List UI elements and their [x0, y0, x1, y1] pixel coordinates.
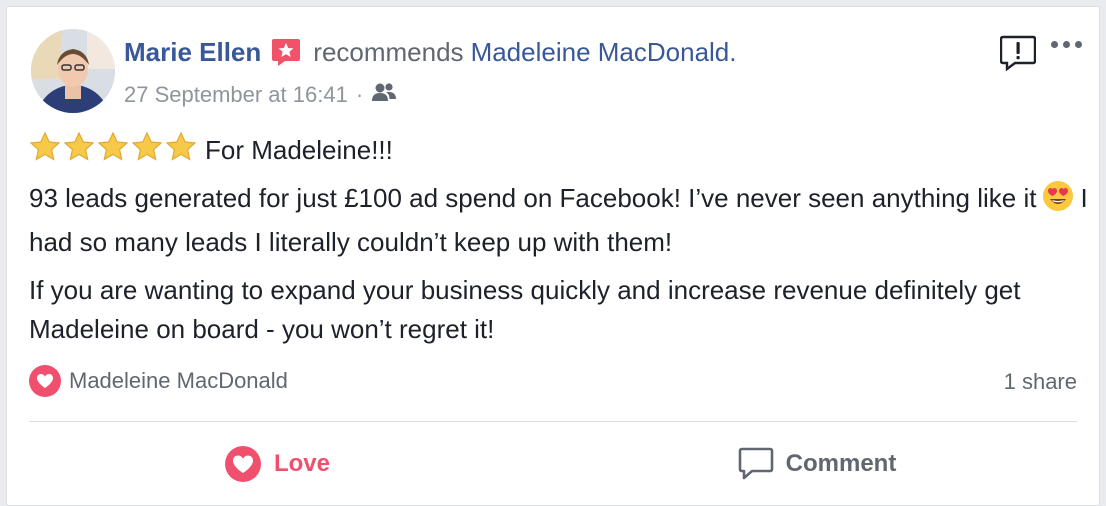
author-name[interactable]: Marie Ellen [124, 37, 261, 68]
avatar[interactable] [31, 29, 115, 113]
star-icon [131, 131, 163, 161]
star-icon [165, 131, 197, 161]
more-icon[interactable] [1051, 41, 1082, 48]
post-text-2a: 93 leads generated for just £100 ad spen… [29, 183, 1037, 213]
star-icon [97, 131, 129, 161]
comment-button[interactable]: Comment [707, 439, 927, 489]
comment-icon [738, 447, 773, 480]
star-icon [63, 131, 95, 161]
report-icon[interactable] [999, 35, 1037, 72]
heart-icon [29, 365, 61, 397]
heart-icon [224, 446, 261, 482]
comment-button-label: Comment [785, 450, 897, 477]
post-header: Marie Ellen recommends Madeleine MacDona… [124, 37, 737, 68]
divider [29, 421, 1077, 422]
rating-stars [29, 131, 197, 163]
recommendation-star-icon [271, 37, 301, 67]
post-card: Marie Ellen recommends Madeleine MacDona… [6, 6, 1100, 506]
love-button-label: Love [273, 450, 330, 477]
post-paragraph-2: 93 leads generated for just £100 ad spen… [29, 179, 1089, 262]
recommended-page-link[interactable]: Madeleine MacDonald. [471, 37, 737, 68]
reactor-name[interactable]: Madeleine MacDonald [69, 368, 288, 394]
star-icon [29, 131, 61, 161]
friends-icon[interactable] [371, 82, 397, 108]
action-verb: recommends [313, 37, 464, 67]
heart-eyes-emoji-icon [1042, 180, 1074, 223]
post-meta: 27 September at 16:41 · [124, 82, 397, 108]
reactions-summary[interactable]: Madeleine MacDonald [29, 365, 288, 397]
post-paragraph-1: For Madeleine!!! [29, 131, 1089, 170]
love-button[interactable]: Love [207, 439, 347, 489]
timestamp[interactable]: 27 September at 16:41 [124, 82, 348, 108]
post-text-1: For Madeleine!!! [205, 135, 393, 165]
share-count[interactable]: 1 share [1004, 369, 1077, 395]
post-body: For Madeleine!!! 93 leads generated for … [29, 131, 1089, 358]
post-paragraph-3: If you are wanting to expand your busine… [29, 275, 1021, 344]
meta-separator: · [355, 82, 364, 107]
